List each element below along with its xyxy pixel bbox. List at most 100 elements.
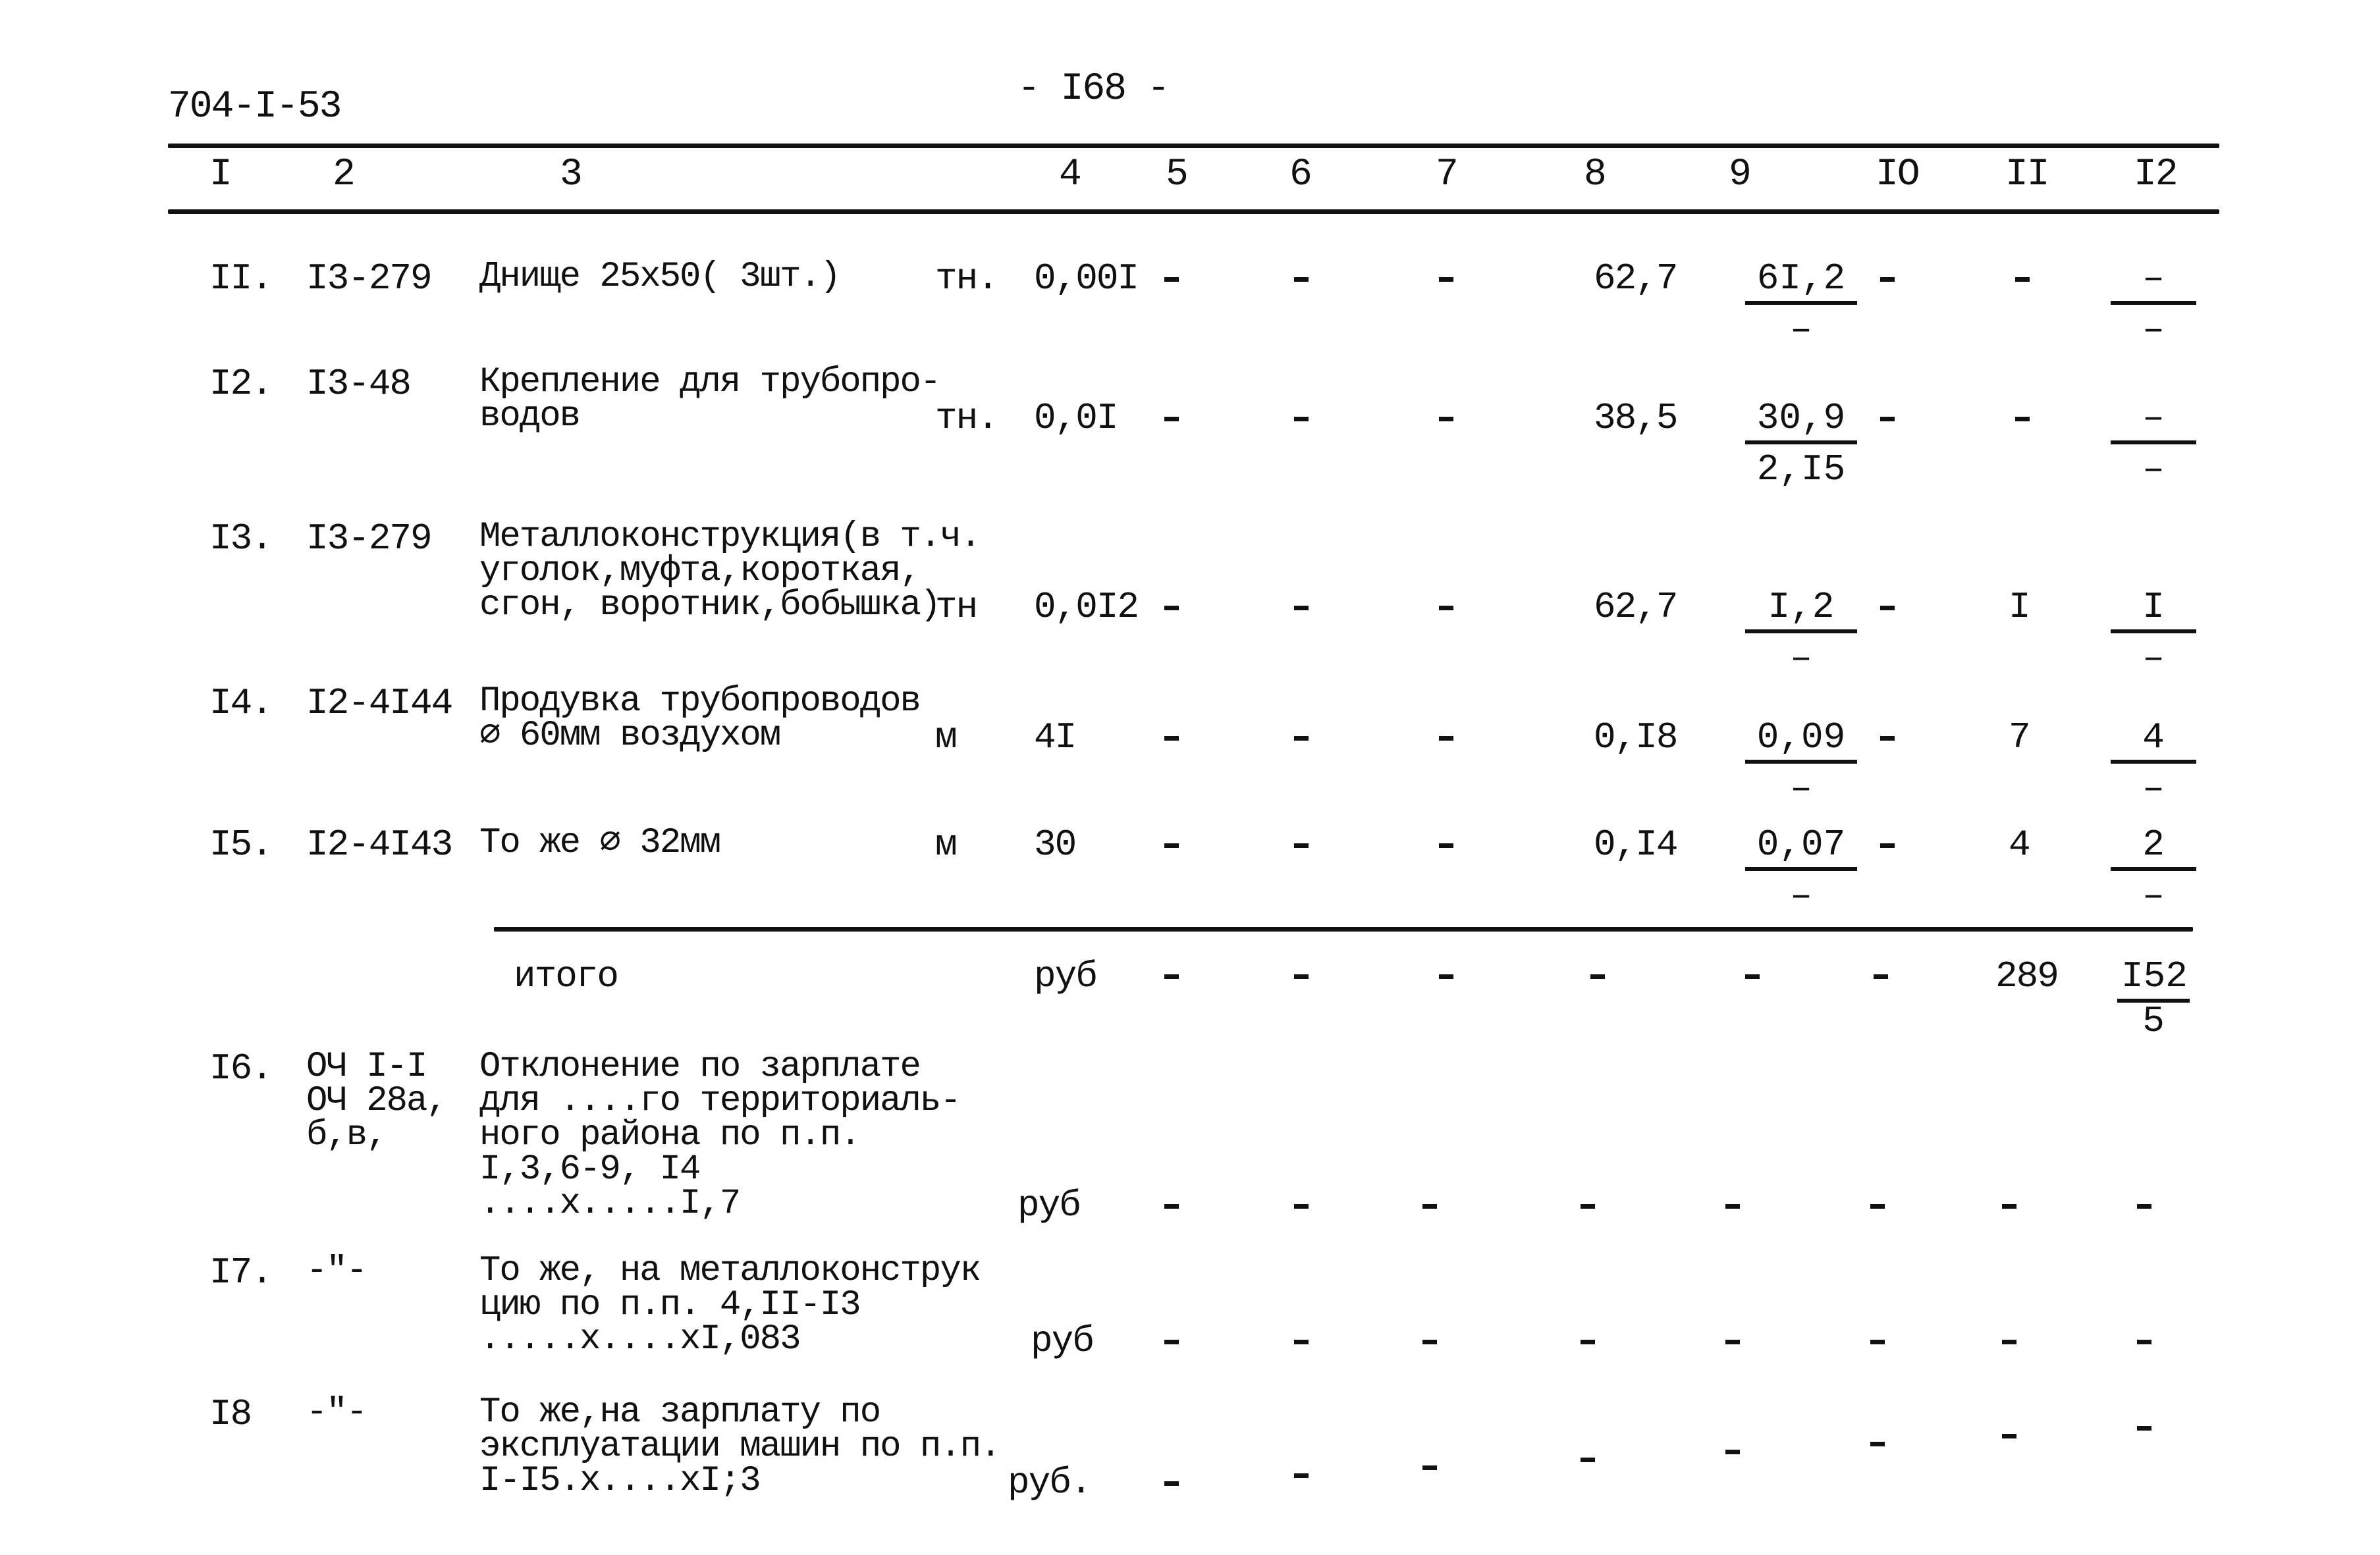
row-quantity: 0,0I2 — [1034, 586, 1139, 628]
row-cell-7 — [1439, 277, 1453, 282]
row-cell-12 — [2137, 1340, 2151, 1344]
row-cell-9-den: – — [1790, 875, 1812, 917]
row-cell-6 — [1294, 1340, 1309, 1344]
total-rule — [494, 927, 2193, 932]
row-cell-12-den: – — [2142, 448, 2165, 490]
row-cell-12-num: I — [2111, 589, 2196, 633]
row-cell-12-num: 4 — [2111, 719, 2196, 764]
row-number: I8 — [209, 1393, 252, 1435]
col-header-1: I — [209, 153, 232, 196]
row-number: I4. — [209, 682, 273, 724]
row-cell-5 — [1164, 606, 1179, 610]
total-cell-9 — [1745, 974, 1760, 979]
row-cell-9: 0,07– — [1745, 826, 1857, 914]
row-cell-10 — [1880, 606, 1895, 610]
row-cell-7 — [1422, 1204, 1437, 1209]
row-number: I5. — [209, 824, 273, 866]
row-cell-9: 30,9 2,I5 — [1745, 400, 1857, 488]
row-code: -"- — [306, 1392, 367, 1433]
col-header-6: 6 — [1289, 153, 1312, 196]
row-cell-10 — [1880, 277, 1895, 282]
row-unit: тн. — [935, 397, 999, 439]
row-unit: тн. — [935, 257, 999, 300]
row-cell-12-den: – — [2142, 768, 2165, 810]
document-code: 704-I-53 — [168, 86, 342, 128]
row-cell-8 — [1581, 1204, 1595, 1209]
row-number: I2. — [209, 363, 273, 405]
row-quantity: 30 — [1034, 824, 1077, 866]
row-cell-12-num: – — [2111, 260, 2196, 305]
row-cell-6 — [1294, 417, 1309, 421]
row-cell-5 — [1164, 1481, 1179, 1486]
row-cell-5 — [1164, 736, 1179, 741]
row-unit: м — [935, 824, 958, 866]
row-cell-10 — [1880, 736, 1895, 741]
total-label: итого — [514, 955, 619, 997]
col-header-7: 7 — [1436, 153, 1459, 196]
row-cell-10 — [1870, 1204, 1885, 1209]
row-description: Продувка трубопроводов ∅ 60мм воздухом — [479, 681, 921, 756]
row-cell-9 — [1725, 1450, 1740, 1454]
row-cell-5 — [1164, 277, 1179, 282]
row-number: I3. — [209, 517, 273, 560]
row-code: I2-4I44 — [306, 682, 453, 724]
row-cell-11 — [2015, 277, 2030, 282]
row-quantity: 0,00I — [1034, 257, 1139, 300]
row-unit: руб. — [1008, 1462, 1092, 1504]
row-cell-11 — [2015, 417, 2030, 421]
row-cell-12-den: – — [2142, 637, 2165, 679]
row-cell-12-num: 2 — [2111, 826, 2196, 871]
total-cell-12-den: 5 — [2142, 1000, 2165, 1042]
col-header-12: I2 — [2134, 153, 2178, 196]
row-number: II. — [209, 257, 273, 300]
row-cell-6 — [1294, 606, 1309, 610]
row-cell-8: 62,7 — [1594, 257, 1678, 300]
row-unit: руб — [1031, 1320, 1095, 1362]
col-header-10: IO — [1876, 153, 1920, 196]
col-header-2: 2 — [333, 153, 356, 196]
row-cell-9-num: I,2 — [1745, 589, 1857, 633]
header-bottom-rule — [168, 209, 2219, 214]
row-cell-5 — [1164, 1204, 1179, 1209]
row-cell-6 — [1294, 277, 1309, 282]
row-cell-8: 0,I8 — [1594, 716, 1678, 758]
row-cell-11: 4 — [2009, 824, 2031, 866]
total-unit: руб — [1034, 955, 1098, 997]
row-cell-7 — [1422, 1340, 1437, 1344]
row-cell-10 — [1870, 1442, 1885, 1446]
row-cell-12: – – — [2111, 260, 2196, 348]
total-cell-8 — [1590, 974, 1605, 979]
row-cell-12-num: – — [2111, 400, 2196, 444]
total-cell-12-num: I52 — [2117, 958, 2190, 1003]
header-top-rule — [168, 144, 2219, 148]
row-cell-7 — [1439, 736, 1453, 741]
row-code: I3-279 — [306, 517, 433, 560]
row-cell-9: 6I,2– — [1745, 260, 1857, 348]
row-number: I6. — [209, 1047, 273, 1090]
row-cell-11 — [2002, 1340, 2016, 1344]
row-cell-12-den: – — [2142, 875, 2165, 917]
row-cell-10 — [1880, 417, 1895, 421]
total-cell-10 — [1874, 974, 1888, 979]
total-cell-12: I52 5 — [2117, 958, 2190, 1040]
total-cell-5 — [1164, 974, 1179, 979]
row-cell-12-den: – — [2142, 309, 2165, 351]
row-cell-11 — [2002, 1434, 2016, 1438]
col-header-11: II — [2005, 153, 2050, 196]
row-cell-6 — [1294, 736, 1309, 741]
row-cell-7 — [1422, 1465, 1437, 1470]
row-cell-9: 0,09– — [1745, 719, 1857, 807]
row-cell-5 — [1164, 417, 1179, 421]
total-cell-7 — [1439, 974, 1453, 979]
row-cell-11: I — [2009, 586, 2031, 628]
row-cell-12: 2– — [2111, 826, 2196, 914]
row-cell-7 — [1439, 417, 1453, 421]
row-code: I3-279 — [306, 257, 433, 300]
row-cell-9-den: – — [1790, 309, 1812, 351]
row-cell-5 — [1164, 843, 1179, 848]
row-cell-8: 38,5 — [1594, 397, 1678, 439]
row-cell-9: I,2– — [1745, 589, 1857, 677]
row-description: Крепление для трубопро- водов — [479, 362, 941, 436]
row-description: Отклонение по зарплате для ....го террит… — [479, 1047, 961, 1224]
row-cell-9 — [1725, 1340, 1740, 1344]
